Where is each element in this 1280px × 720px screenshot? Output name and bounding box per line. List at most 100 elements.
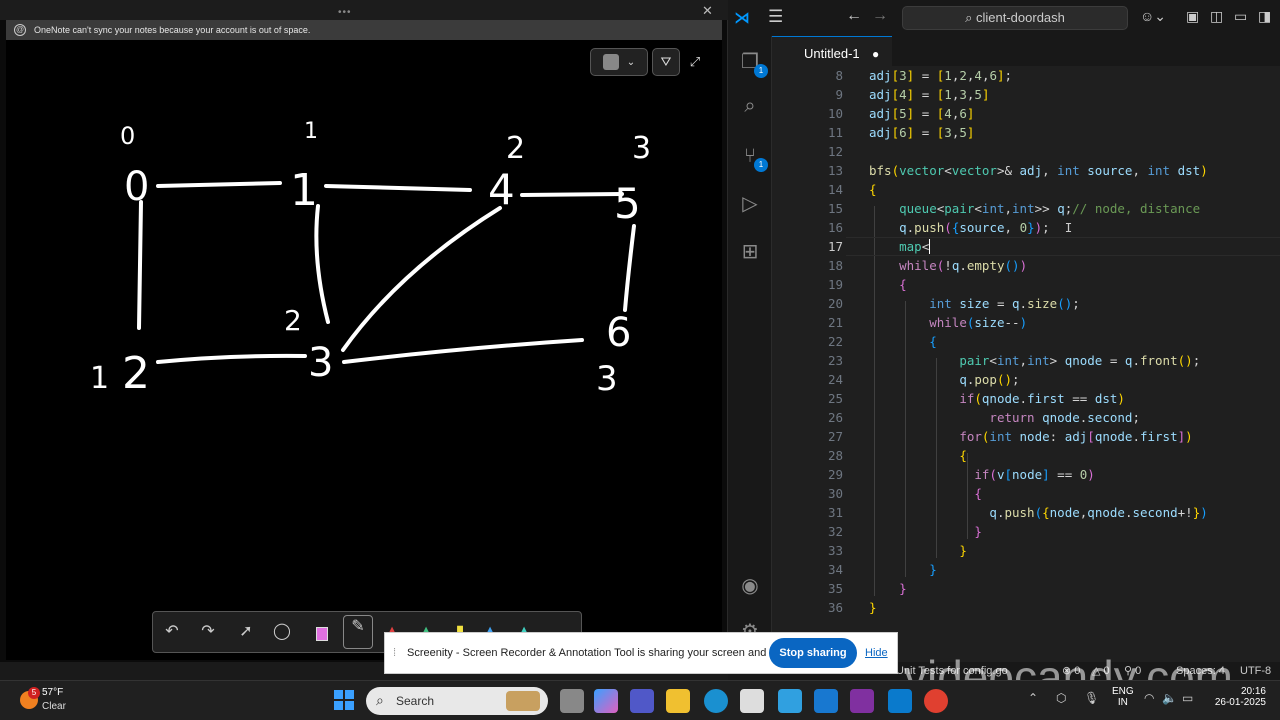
toggle-sidebar-icon[interactable]: ◫ bbox=[1210, 8, 1223, 25]
account-icon[interactable]: ◉ bbox=[736, 572, 764, 600]
drag-grip-icon[interactable]: ⁞ bbox=[393, 647, 396, 659]
edge-2-3 bbox=[156, 353, 307, 364]
line-number: 8 bbox=[835, 68, 843, 83]
node-6-label: 6 bbox=[606, 310, 631, 356]
clock[interactable]: 20:16 26-01-2025 bbox=[1204, 686, 1266, 708]
eraser-icon[interactable] bbox=[311, 621, 333, 643]
onenote-icon[interactable] bbox=[850, 689, 874, 713]
line-number: 11 bbox=[827, 125, 843, 140]
edge-0-1 bbox=[156, 181, 282, 188]
weather-alert-badge: 5 bbox=[28, 687, 40, 699]
node-5-distance: 3 bbox=[632, 131, 651, 166]
menu-icon[interactable]: ☰ bbox=[768, 7, 783, 27]
pen-white-icon[interactable]: ✎ bbox=[343, 615, 373, 649]
node-4-distance: 2 bbox=[506, 131, 525, 166]
node-0-distance: 0 bbox=[120, 122, 135, 150]
toggle-panel-icon[interactable]: ▭ bbox=[1234, 8, 1247, 25]
line-number: 15 bbox=[827, 201, 843, 216]
line-number: 30 bbox=[827, 486, 843, 501]
clock-date: 26-01-2025 bbox=[1214, 697, 1266, 708]
graph-ink-drawing: 0 0 1 1 4 2 5 3 2 1 3 2 6 3 bbox=[90, 119, 651, 399]
code-editor[interactable]: 8 9 10 11 12 13 14 15 16 17 18 19 20 21 22 23 24 25 26 27 28… bbox=[772, 66, 1280, 662]
undo-icon[interactable]: ↶ bbox=[161, 621, 183, 643]
redo-icon[interactable]: ↷ bbox=[197, 621, 219, 643]
edge-icon[interactable] bbox=[704, 689, 728, 713]
line-number: 29 bbox=[827, 467, 843, 482]
stop-sharing-button[interactable]: Stop sharing bbox=[769, 638, 857, 668]
chrome-icon[interactable] bbox=[924, 689, 948, 713]
lang-primary: ENG bbox=[1112, 686, 1134, 697]
teams-icon[interactable] bbox=[630, 689, 654, 713]
editor-tabs: Untitled-1 ● bbox=[772, 36, 1280, 70]
tab-untitled-1[interactable]: Untitled-1 ● bbox=[772, 36, 892, 70]
vscode-titlebar: ⋊ ☰ ← → ⌕ client-doordash ☺⌄ ▣ ◫ ▭ ◨ bbox=[728, 0, 1280, 36]
edge-5-6 bbox=[623, 224, 636, 312]
store-icon[interactable] bbox=[740, 689, 764, 713]
tray-app-icon[interactable]: ⬡ bbox=[1056, 691, 1066, 705]
line-number: 32 bbox=[827, 524, 843, 539]
search-icon: ⌕ bbox=[376, 692, 384, 708]
weather-desc: Clear bbox=[42, 701, 66, 712]
toggle-secondary-sidebar-icon[interactable]: ◨ bbox=[1258, 8, 1271, 25]
clock-time: 20:16 bbox=[1240, 686, 1266, 697]
line-number: 19 bbox=[827, 277, 843, 292]
source-control-icon[interactable]: ⑂ 1 bbox=[736, 142, 768, 172]
layout-customize-icon[interactable]: ▣ bbox=[1186, 8, 1199, 25]
line-number: 27 bbox=[827, 429, 843, 444]
messenger-icon[interactable] bbox=[778, 689, 802, 713]
forward-arrow-icon[interactable]: → bbox=[872, 7, 888, 25]
vscode-window: ⋊ ☰ ← → ⌕ client-doordash ☺⌄ ▣ ◫ ▭ ◨ ❐ 1 … bbox=[728, 0, 1280, 662]
search-view-icon[interactable]: ⌕ bbox=[736, 92, 764, 120]
back-arrow-icon[interactable]: ← bbox=[846, 7, 862, 25]
task-view-icon[interactable] bbox=[560, 689, 584, 713]
node-4-label: 4 bbox=[488, 165, 515, 214]
mysql-workbench-icon[interactable] bbox=[814, 689, 838, 713]
start-button-icon[interactable] bbox=[334, 690, 354, 710]
line-number: 24 bbox=[827, 372, 843, 387]
taskbar-search-box[interactable]: ⌕ Search bbox=[366, 687, 548, 715]
wifi-icon[interactable]: ◠ bbox=[1144, 691, 1154, 705]
line-number: 21 bbox=[827, 315, 843, 330]
onenote-window: ••• ✕ @ OneNote can't sync your notes be… bbox=[0, 0, 728, 662]
hide-link[interactable]: Hide bbox=[865, 647, 888, 659]
line-number: 25 bbox=[827, 391, 843, 406]
line-number: 10 bbox=[827, 106, 843, 121]
weather-temp: 57°F bbox=[42, 687, 64, 698]
battery-icon[interactable]: ▭ bbox=[1182, 691, 1193, 705]
weather-widget[interactable]: 5 57°F Clear bbox=[14, 687, 144, 715]
run-debug-icon[interactable]: ▷ bbox=[736, 190, 764, 218]
language-indicator[interactable]: ENG IN bbox=[1112, 686, 1134, 708]
edge-1-3 bbox=[314, 204, 330, 324]
copilot-app-icon[interactable] bbox=[594, 689, 618, 713]
line-number: 13 bbox=[827, 163, 843, 178]
activity-bar: ❐1 ⌕ ⑂1 ▷ ⊞ ◉ ⚙ bbox=[728, 36, 772, 662]
edge-3-6 bbox=[342, 338, 584, 364]
workspace-name: client-doordash bbox=[976, 10, 1065, 25]
node-3-distance: 2 bbox=[284, 304, 302, 337]
command-center-search[interactable]: ⌕ client-doordash bbox=[902, 6, 1128, 30]
lasso-icon[interactable]: ◯ bbox=[271, 621, 293, 643]
lang-secondary: IN bbox=[1117, 697, 1128, 708]
line-number: 28 bbox=[827, 448, 843, 463]
line-number: 9 bbox=[835, 87, 843, 102]
line-number: 26 bbox=[827, 410, 843, 425]
node-1-distance: 1 bbox=[304, 119, 318, 144]
line-number: 34 bbox=[827, 562, 843, 577]
node-5-label: 5 bbox=[614, 179, 641, 228]
status-encoding[interactable]: UTF-8 bbox=[1240, 662, 1271, 680]
volume-icon[interactable]: 🔈 bbox=[1162, 691, 1177, 705]
microphone-icon[interactable]: 🎙 bbox=[1084, 691, 1099, 705]
sharing-message: Screenity - Screen Recorder & Annotation… bbox=[407, 647, 800, 659]
tab-label: Untitled-1 bbox=[804, 46, 860, 61]
line-number: 23 bbox=[827, 353, 843, 368]
vscode-taskbar-icon[interactable] bbox=[888, 689, 912, 713]
explorer-icon[interactable]: ❐ 1 bbox=[736, 48, 768, 78]
line-number: 17 bbox=[827, 239, 843, 254]
node-0-label: 0 bbox=[124, 164, 149, 210]
copilot-icon[interactable]: ☺⌄ bbox=[1140, 8, 1166, 25]
line-number: 35 bbox=[827, 581, 843, 596]
select-cursor-icon[interactable]: ➚ bbox=[235, 621, 257, 643]
file-explorer-icon[interactable] bbox=[666, 689, 690, 713]
extensions-icon[interactable]: ⊞ bbox=[736, 238, 764, 266]
tray-chevron-icon[interactable]: ⌃ bbox=[1028, 691, 1038, 705]
